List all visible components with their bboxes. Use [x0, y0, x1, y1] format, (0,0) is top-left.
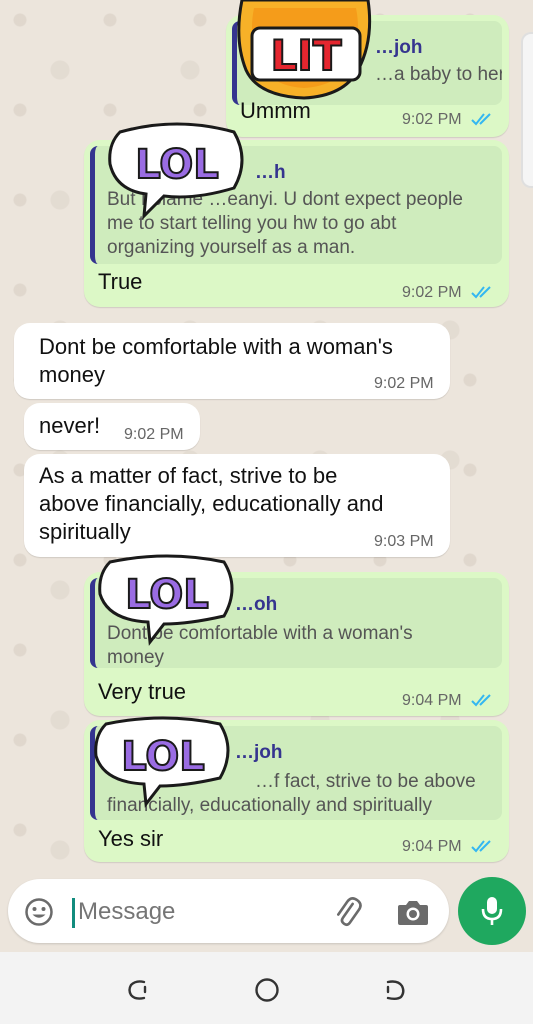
home-icon[interactable]	[254, 977, 280, 1003]
quoted-sender-name: …joh	[235, 742, 283, 763]
system-navigation-bar	[0, 952, 533, 1024]
text-cursor	[72, 898, 75, 928]
message-input-bar[interactable]	[8, 879, 449, 943]
recent-apps-icon[interactable]	[126, 978, 152, 1002]
read-ticks-icon	[471, 840, 491, 853]
quoted-sender-name: …h	[255, 162, 286, 183]
message-text: As a matter of fact, strive to be	[39, 463, 338, 488]
quoted-sender-name: …joh	[375, 37, 423, 58]
microphone-icon	[481, 897, 503, 925]
sticker-text: LOL	[135, 142, 219, 188]
message-time: 9:02 PM	[374, 375, 434, 392]
message-input[interactable]	[76, 893, 320, 931]
quoted-message-text: money	[107, 647, 165, 668]
message-time: 9:02 PM	[124, 426, 184, 443]
sticker-text: LOL	[125, 572, 209, 618]
paperclip-icon[interactable]	[330, 895, 364, 929]
message-text: Dont be comfortable with a woman's	[39, 334, 393, 359]
message-bubble-incoming[interactable]: Dont be comfortable with a woman's money…	[14, 323, 450, 399]
lit-sticker: LIT	[234, 0, 376, 100]
read-ticks-icon	[471, 286, 491, 299]
read-ticks-icon	[471, 113, 491, 126]
message-bubble-incoming[interactable]: As a matter of fact, strive to be above …	[24, 454, 450, 557]
message-text: never!	[39, 413, 101, 438]
message-time: 9:02 PM	[402, 284, 462, 301]
sticker-text: LIT	[270, 31, 341, 80]
quoted-message-text: …f fact, strive to be above	[255, 771, 476, 792]
back-icon[interactable]	[382, 978, 408, 1002]
quoted-message-text: organizing yourself as a man.	[107, 237, 356, 258]
sticker-text: LOL	[121, 734, 205, 780]
message-time: 9:04 PM	[402, 692, 462, 709]
message-text: Yes sir	[98, 826, 164, 851]
message-text: True	[98, 269, 143, 294]
lol-sticker: LOL	[90, 716, 236, 808]
message-text: money	[39, 362, 106, 387]
message-text: spiritually	[39, 519, 131, 544]
message-time: 9:04 PM	[402, 838, 462, 855]
side-edge-panel-handle[interactable]	[521, 32, 533, 188]
message-text: above financially, educationally and	[39, 491, 384, 516]
quoted-sender-name: …oh	[235, 594, 278, 615]
message-time: 9:03 PM	[374, 533, 434, 550]
lol-sticker: LOL	[94, 554, 240, 646]
lol-sticker: LOL	[104, 120, 250, 224]
quoted-message-text: …a baby to her	[375, 64, 502, 85]
message-bubble-incoming[interactable]: never! 9:02 PM	[24, 403, 200, 450]
message-time: 9:02 PM	[402, 111, 462, 128]
camera-icon[interactable]	[396, 897, 430, 927]
read-ticks-icon	[471, 694, 491, 707]
voice-message-button[interactable]	[458, 877, 526, 945]
emoji-icon[interactable]	[24, 897, 54, 927]
message-text: Very true	[98, 679, 187, 704]
message-text: Ummm	[240, 98, 311, 123]
